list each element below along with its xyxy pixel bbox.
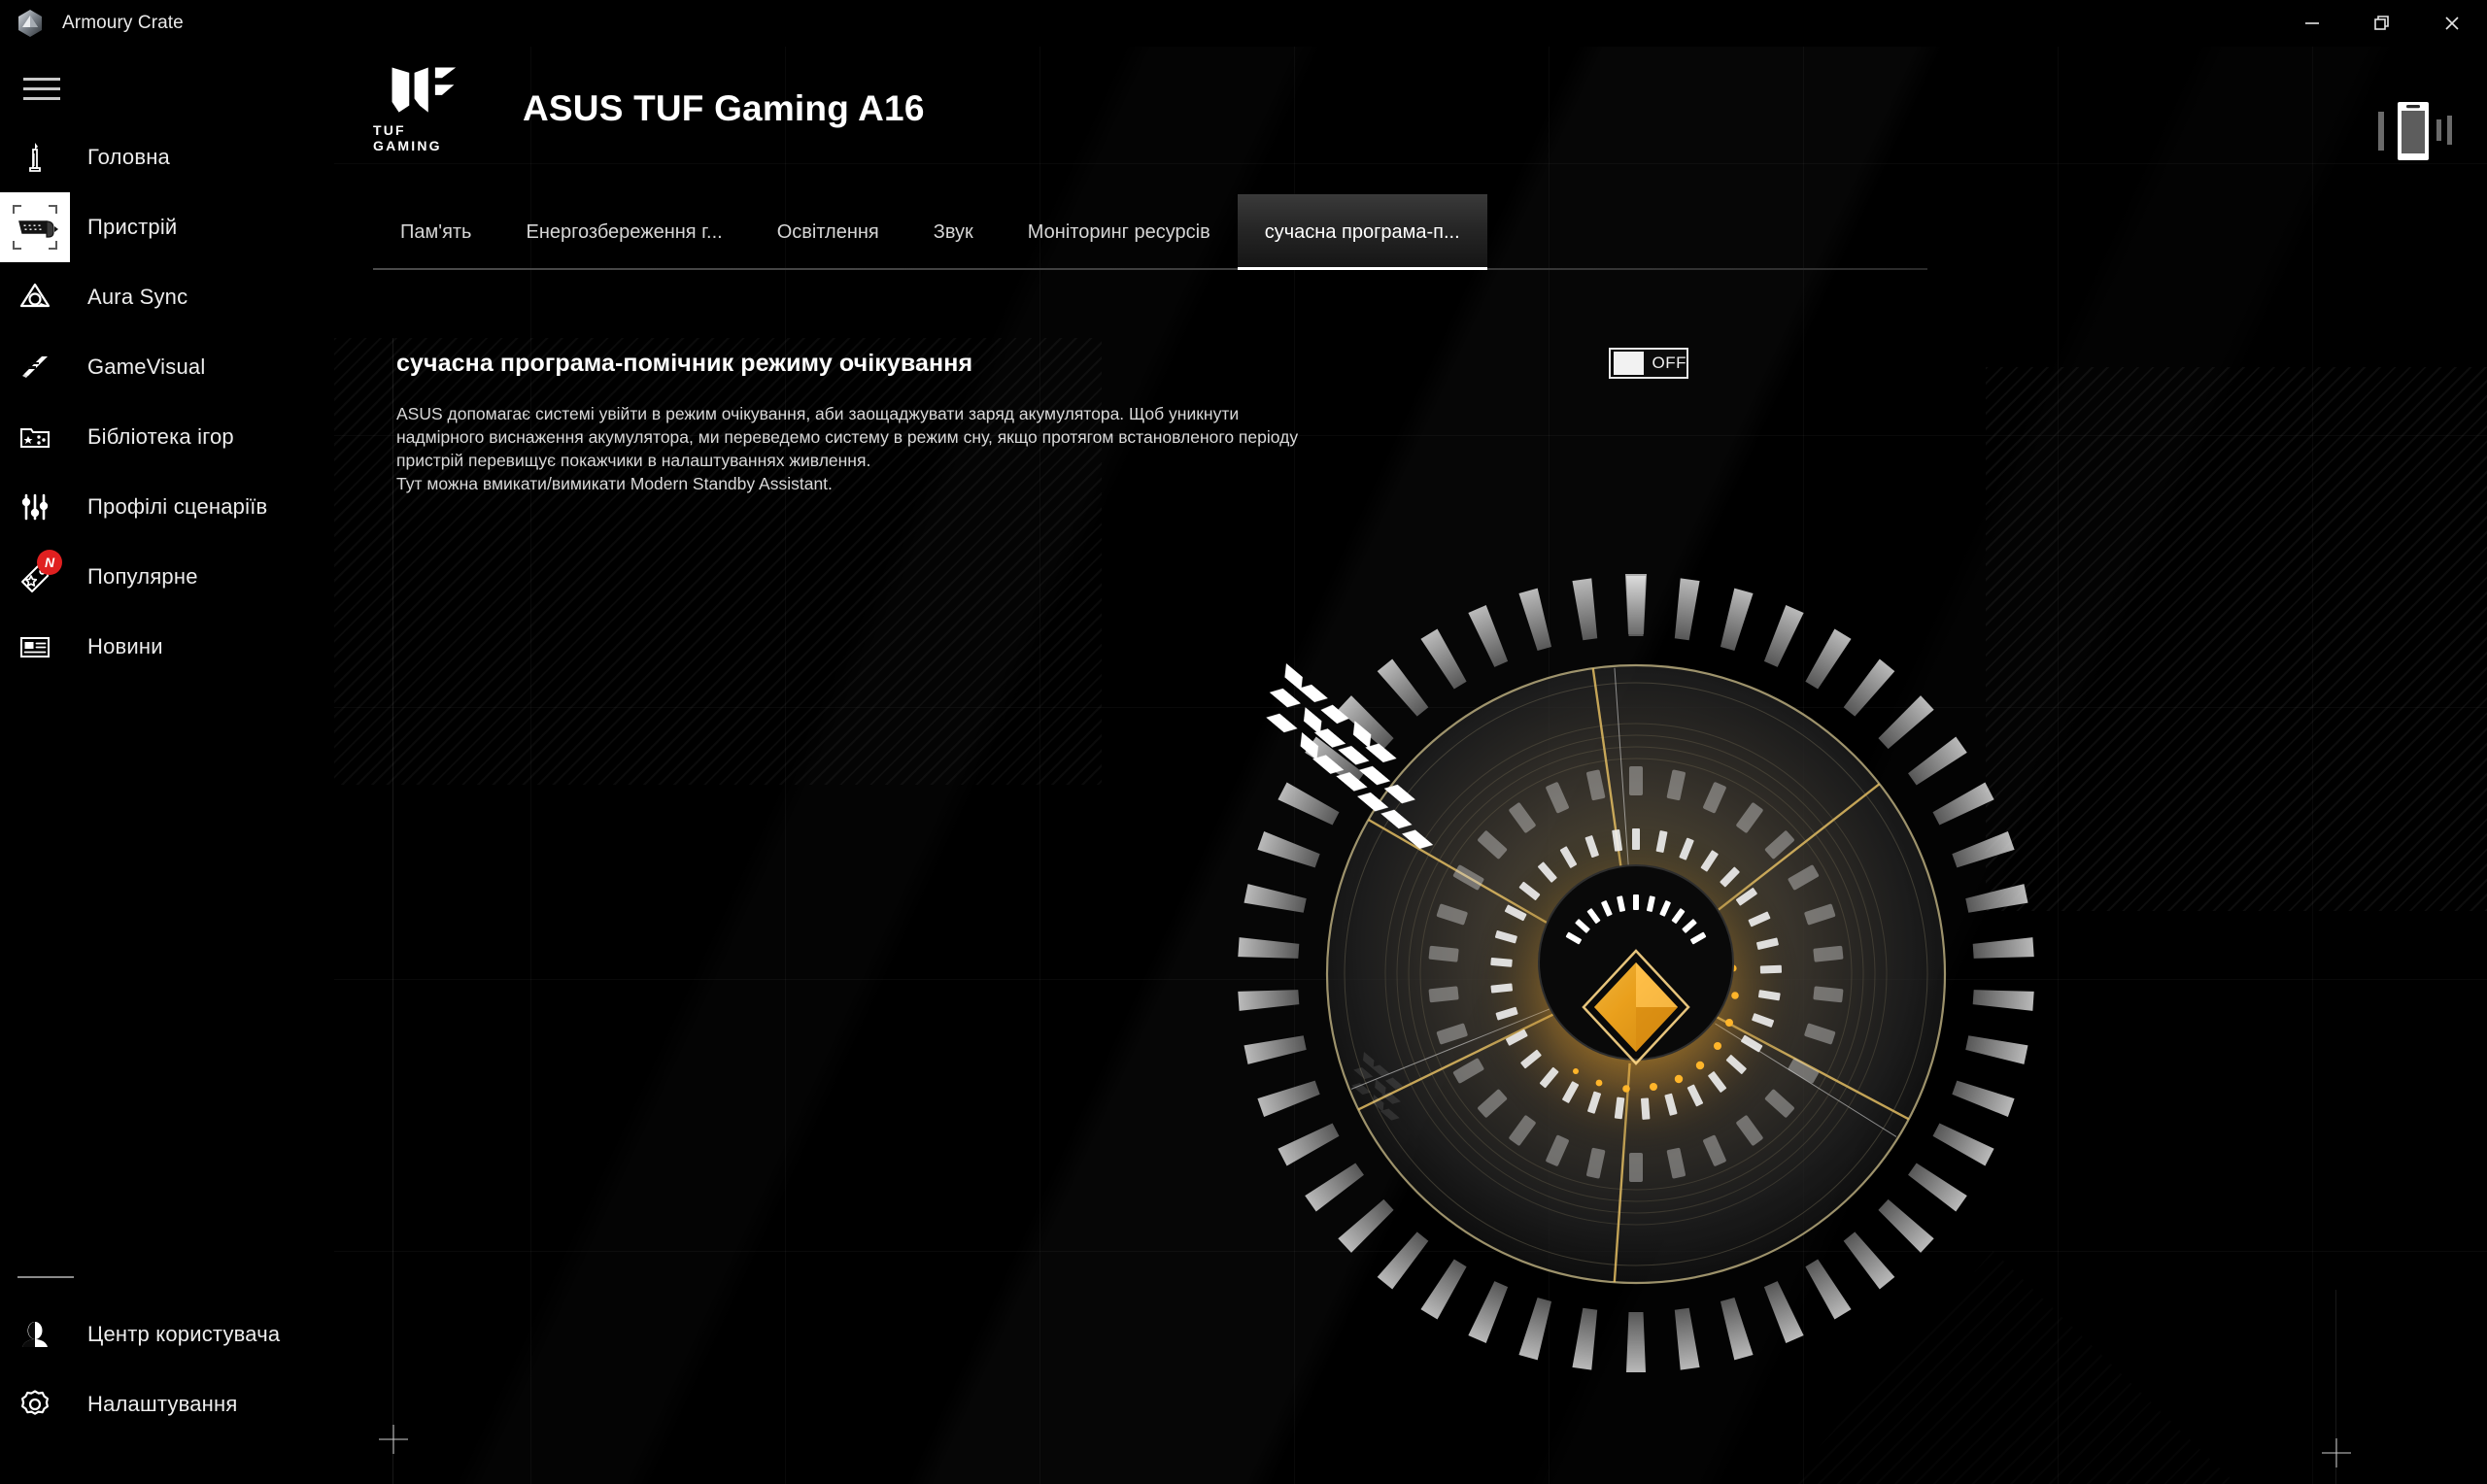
sliders-icon (0, 472, 70, 542)
sidebar-item-user-center[interactable]: Центр користувача (0, 1299, 334, 1369)
sidebar-item-label: GameVisual (87, 354, 206, 379)
sidebar-item-news[interactable]: Новини (0, 612, 334, 682)
title-bar: Armoury Crate (0, 0, 2487, 47)
tab-label: сучасна програма-п... (1264, 220, 1460, 243)
monument-icon (0, 122, 70, 192)
tab-modern-standby[interactable]: сучасна програма-п... (1237, 194, 1487, 270)
section-title: сучасна програма-помічник режиму очікува… (396, 349, 973, 377)
tab-lighting[interactable]: Освітлення (750, 194, 906, 270)
keyboard-mouse-icon (0, 192, 70, 262)
close-icon[interactable] (2417, 0, 2487, 47)
sidebar-item-aura-sync[interactable]: Aura Sync (0, 262, 334, 332)
tab-memory[interactable]: Пам'ять (373, 194, 498, 270)
sidebar-divider (17, 1276, 74, 1278)
description-paragraph-1: ASUS допомагає системі увійти в режим оч… (396, 404, 1299, 470)
tab-list: Пам'ять Енергозбереження г... Освітлення… (373, 194, 1487, 270)
toggle-knob (1614, 352, 1644, 375)
notification-badge: N (37, 550, 62, 575)
description-paragraph-2: Тут можна вмикати/вимикати Modern Standb… (396, 474, 833, 493)
tab-bar: Пам'ять Енергозбереження г... Освітлення… (334, 194, 2487, 270)
tab-label: Звук (933, 220, 973, 243)
sidebar-item-home[interactable]: Головна (0, 122, 334, 192)
sidebar-item-label: Головна (87, 145, 170, 169)
section-description: ASUS допомагає системі увійти в режим оч… (396, 402, 1310, 495)
page-title: ASUS TUF Gaming A16 (523, 88, 925, 128)
main-panel: TUF GAMING ASUS TUF Gaming A16 Пам'ять Е… (334, 47, 2487, 1484)
aura-sync-icon (0, 262, 70, 332)
sidebar-item-label: Пристрій (87, 215, 178, 239)
hamburger-bar (23, 86, 60, 90)
sidebar-item-label: Профілі сценаріїв (87, 494, 268, 519)
sidebar-item-label: Центр користувача (87, 1322, 281, 1346)
game-folder-icon (0, 402, 70, 472)
hamburger-bar (23, 96, 60, 100)
sidebar-item-device[interactable]: Пристрій (0, 192, 334, 262)
news-icon (0, 612, 70, 682)
tab-label: Освітлення (776, 220, 879, 243)
tuf-gaming-logo: TUF GAMING (373, 64, 480, 153)
armoury-crate-window: Armoury Crate Головна Пристрій Aura Sync… (0, 0, 2487, 1484)
device-phone-icon[interactable] (2359, 91, 2464, 169)
sidebar-item-label: Aura Sync (87, 285, 188, 309)
window-controls (2277, 0, 2487, 47)
content-area: сучасна програма-помічник режиму очікува… (334, 270, 2487, 1484)
toggle-state-label: OFF (1652, 354, 1686, 372)
minimize-icon[interactable] (2277, 0, 2347, 47)
product-header: TUF GAMING ASUS TUF Gaming A16 (373, 56, 925, 161)
tab-power-saving[interactable]: Енергозбереження г... (498, 194, 749, 270)
app-title-text: Armoury Crate (62, 13, 184, 33)
user-center-icon (0, 1299, 70, 1369)
sidebar-item-label: Новини (87, 634, 163, 658)
sidebar-nav-secondary: Центр користувача Налаштування (0, 1299, 334, 1439)
sidebar: Головна Пристрій Aura Sync GameVisual Бі… (0, 47, 334, 1484)
sidebar-item-label: Популярне (87, 564, 198, 589)
tab-label: Енергозбереження г... (526, 220, 723, 243)
hamburger-icon[interactable] (17, 69, 64, 108)
sidebar-item-game-library[interactable]: Бібліотека ігор (0, 402, 334, 472)
gear-icon (0, 1369, 70, 1439)
tag-star-icon: N (0, 542, 70, 612)
tuf-gaming-wordmark: TUF GAMING (373, 122, 442, 153)
tuf-radial-hud-emblem (1209, 547, 2063, 1401)
sidebar-nav-primary: Головна Пристрій Aura Sync GameVisual Бі… (0, 122, 334, 682)
gamevisual-icon (0, 332, 70, 402)
sidebar-item-settings[interactable]: Налаштування (0, 1369, 334, 1439)
modern-standby-toggle[interactable]: OFF (1609, 348, 1688, 379)
sidebar-item-featured[interactable]: N Популярне (0, 542, 334, 612)
armoury-crate-hex-icon (16, 9, 45, 38)
tab-resource-monitor[interactable]: Моніторинг ресурсів (1001, 194, 1238, 270)
sidebar-item-label: Налаштування (87, 1392, 238, 1416)
section-header: сучасна програма-помічник режиму очікува… (396, 348, 1688, 379)
tab-label: Пам'ять (400, 220, 472, 243)
sidebar-item-gamevisual[interactable]: GameVisual (0, 332, 334, 402)
restore-icon[interactable] (2347, 0, 2417, 47)
sidebar-item-scenario-profiles[interactable]: Профілі сценаріїв (0, 472, 334, 542)
hamburger-bar (23, 77, 60, 81)
sidebar-item-label: Бібліотека ігор (87, 424, 234, 449)
tab-sound[interactable]: Звук (906, 194, 1001, 270)
tab-label: Моніторинг ресурсів (1027, 220, 1210, 243)
